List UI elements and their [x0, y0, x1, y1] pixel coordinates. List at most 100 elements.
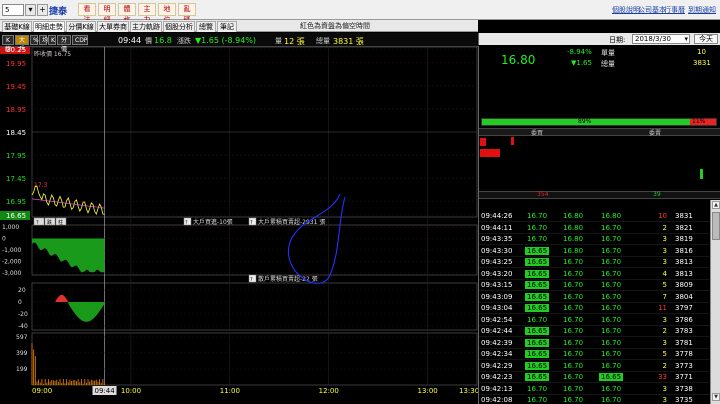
tick-cell-0: 09:42:54: [481, 315, 513, 324]
tick-row[interactable]: 09:43:30 16.65 16.80 16.70 3 3816: [479, 246, 709, 257]
tick-row[interactable]: 09:42:23 16.65 16.70 16.65 33 3771: [479, 372, 709, 383]
symbol-name: 捷泰: [49, 7, 68, 17]
volume-panel-frame: [31, 332, 478, 386]
tab-2[interactable]: 分價K線: [66, 21, 96, 32]
tick-cell-4: 5: [662, 350, 667, 358]
toolbar-button-0[interactable]: 看法: [78, 3, 96, 24]
chart-toolbar-button-1[interactable]: 大戶: [15, 35, 29, 53]
current-time: 09:44: [118, 36, 142, 45]
tick-row[interactable]: 09:43:35 16.70 16.80 16.70 3 3819: [479, 234, 709, 245]
toolbar-button-3[interactable]: 主力: [138, 3, 156, 24]
scroll-up-icon[interactable]: ▲: [712, 201, 720, 209]
tick-row[interactable]: 09:43:20 16.65 16.70 16.70 4 3813: [479, 269, 709, 280]
tick-cell-3: 16.70: [601, 281, 622, 289]
tick-row[interactable]: 09:42:29 16.65 16.70 16.70 2 3773: [479, 361, 709, 372]
big-order-ytick: 0: [2, 236, 6, 243]
tick-cell-5: 3804: [675, 292, 693, 301]
tick-cell-4: 2: [662, 361, 667, 370]
add-icon[interactable]: +: [37, 4, 48, 16]
toolbar-button-4[interactable]: 地位: [158, 3, 176, 24]
calendar-dropdown-icon[interactable]: ▾: [684, 35, 688, 43]
toolbar-button-2[interactable]: 體格: [118, 3, 136, 24]
tick-row[interactable]: 09:42:13 16.70 16.70 16.70 3 3738: [479, 384, 709, 395]
sell-header: 委賣: [649, 130, 662, 137]
tick-cell-4: 3: [662, 396, 667, 404]
big-order-button-2[interactable]: 柱: [55, 217, 67, 226]
orderbook-row: [479, 168, 720, 179]
top-toolbar: 5 ▾ + 捷泰 看法明細體格主力地位亂碼 個股說明公司基本行事曆到期通知: [0, 0, 720, 24]
tab-4[interactable]: 主力軌跡: [130, 21, 162, 32]
price-ytick: 19.95: [6, 60, 26, 68]
tick-row[interactable]: 09:43:25 16.65 16.70 16.70 3 3813: [479, 257, 709, 268]
price-ytick: 17.45: [6, 175, 26, 183]
big-order-button-0[interactable]: ?: [33, 217, 45, 226]
chart-toolbar-button-2[interactable]: %: [30, 35, 39, 45]
orderbook-row: [479, 148, 720, 158]
tick-cell-3: 16.70: [601, 292, 622, 301]
tick-cell-3: 16.70: [601, 315, 622, 324]
tick-cell-4: 2: [662, 223, 667, 232]
dropdown-icon[interactable]: ▾: [25, 4, 36, 16]
tick-cell-4: 33: [658, 373, 667, 381]
tick-cell-1: 16.70: [527, 212, 548, 220]
big-order-area: [32, 238, 105, 273]
price-ytick: 19.45: [6, 83, 26, 91]
big-order-button-1[interactable]: 跌: [44, 217, 56, 226]
chart-toolbar-button-5[interactable]: 分價: [57, 35, 71, 53]
tick-cell-5: 3831: [675, 212, 693, 220]
toolbar-button-1[interactable]: 明細: [98, 3, 116, 24]
toolbar-link-1[interactable]: 公司基本: [638, 5, 666, 15]
svg-text:?: ?: [250, 277, 253, 283]
tick-row[interactable]: 09:43:04 16.65 16.70 16.70 11 3797: [479, 303, 709, 314]
ticks-scrollbar[interactable]: ▲ ▼: [710, 200, 720, 404]
toolbar-button-5[interactable]: 亂碼: [178, 3, 196, 24]
tick-cell-1: 16.70: [527, 396, 548, 404]
tick-cell-5: 3738: [675, 384, 693, 393]
volume-ytick: 199: [16, 366, 28, 373]
tick-cell-5: 3735: [675, 396, 693, 404]
tick-row[interactable]: 09:43:15 16.65 16.70 16.70 5 3809: [479, 280, 709, 291]
tab-5[interactable]: 個股分析: [163, 21, 195, 32]
tick-cell-2: 16.70: [563, 361, 584, 370]
tick-row[interactable]: 09:42:54 16.70 16.70 16.70 3 3786: [479, 315, 709, 326]
toolbar-link-2[interactable]: 行事曆: [664, 5, 685, 15]
toolbar-link-3[interactable]: 到期通知: [688, 5, 716, 15]
sum-buy: 354: [537, 191, 549, 198]
date-picker[interactable]: 2018/3/30 ▾: [632, 34, 690, 44]
tick-cell-2: 16.70: [563, 315, 584, 324]
chart-toolbar-button-3[interactable]: 均: [39, 35, 48, 45]
tick-cell-2: 16.70: [563, 396, 584, 404]
tick-row[interactable]: 09:42:44 16.65 16.70 16.70 2 3783: [479, 326, 709, 337]
chart-toolbar-button-6[interactable]: CDP: [72, 35, 88, 45]
high-marker: 17.3: [34, 182, 48, 189]
chart-toolbar-button-0[interactable]: K線: [2, 35, 14, 53]
svg-text:柱: 柱: [58, 219, 63, 226]
tick-cell-1: 16.70: [527, 315, 548, 324]
tab-bar: 基礎K線 明細走勢 分價K線 大單券商 主力軌跡 個股分析 總覽 筆記: [0, 20, 478, 32]
total-value: 3831: [693, 59, 711, 67]
total-label: 總量: [601, 60, 615, 68]
tick-row[interactable]: 09:42:39 16.65 16.70 16.70 3 3781: [479, 338, 709, 349]
chart-toolbar-button-4[interactable]: K: [48, 35, 56, 45]
time-xtick: 12:00: [319, 387, 339, 395]
toolbar-link-0[interactable]: 個股說明: [612, 5, 640, 15]
scroll-down-icon[interactable]: ▼: [712, 393, 720, 401]
tick-row[interactable]: 09:44:11 16.70 16.80 16.70 2 3821: [479, 223, 709, 234]
tick-row[interactable]: 09:43:09 16.65 16.70 16.70 7 3804: [479, 292, 709, 303]
symbol-input[interactable]: 5: [2, 4, 24, 16]
tick-cell-1: 16.70: [527, 384, 548, 393]
tick-row[interactable]: 09:44:26 16.70 16.80 16.80 10 3831: [479, 211, 709, 222]
today-button[interactable]: 今天: [694, 34, 718, 44]
tab-0[interactable]: 基礎K線: [2, 21, 32, 32]
tab-1[interactable]: 明細走勢: [33, 21, 65, 32]
tab-3[interactable]: 大單券商: [97, 21, 129, 32]
quote-panel: 16.80 -8.94% ▼1.65 單量 10 總量 3831 89% 11%…: [478, 46, 720, 404]
tick-cell-2: 16.70: [563, 338, 584, 347]
intraday-charts[interactable]: 20.2519.9519.4518.9518.4517.9517.4516.95…: [0, 47, 478, 404]
scroll-thumb[interactable]: [712, 212, 720, 240]
tab-7[interactable]: 筆記: [217, 21, 237, 32]
tick-row[interactable]: 09:42:08 16.70 16.70 16.70 3 3735: [479, 395, 709, 404]
buy-depth-bar: [480, 138, 486, 146]
tab-6[interactable]: 總覽: [196, 21, 216, 32]
tick-row[interactable]: 09:42:34 16.65 16.70 16.70 5 3778: [479, 349, 709, 360]
